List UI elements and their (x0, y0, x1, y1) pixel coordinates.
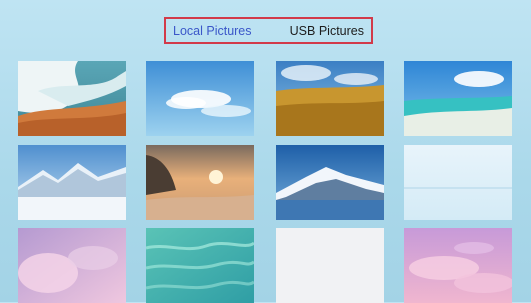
tab-local-pictures[interactable]: Local Pictures (173, 24, 252, 38)
picture-thumbnail-2[interactable] (146, 61, 254, 136)
picture-thumbnail-8[interactable] (404, 145, 512, 220)
tab-usb-pictures[interactable]: USB Pictures (290, 24, 364, 38)
picture-thumbnail-3[interactable] (276, 61, 384, 136)
picture-thumbnail-11[interactable] (276, 228, 384, 303)
picture-source-tabs: Local Pictures USB Pictures (164, 17, 373, 44)
picture-thumbnail-5[interactable] (18, 145, 126, 220)
picture-thumbnail-6[interactable] (146, 145, 254, 220)
picture-thumbnail-4[interactable] (404, 61, 512, 136)
picture-thumbnail-7[interactable] (276, 145, 384, 220)
picture-thumbnail-12[interactable] (404, 228, 512, 303)
picture-thumbnail-10[interactable] (146, 228, 254, 303)
picture-thumbnail-9[interactable] (18, 228, 126, 303)
picture-thumbnail-1[interactable] (18, 61, 126, 136)
